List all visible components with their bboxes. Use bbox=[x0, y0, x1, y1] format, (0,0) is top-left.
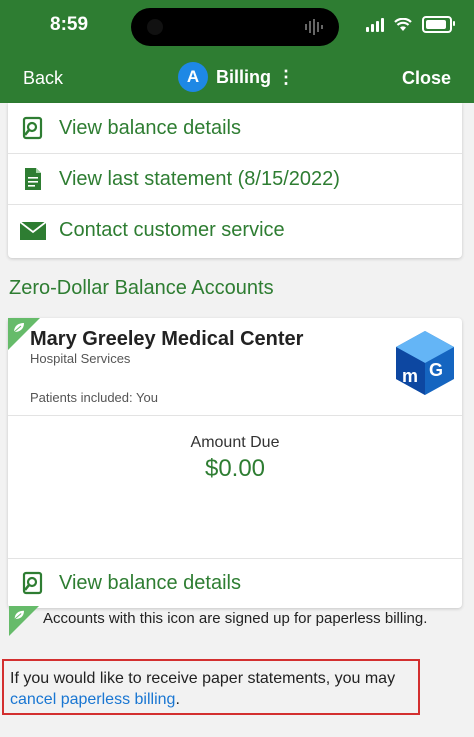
dynamic-island bbox=[131, 8, 339, 46]
status-icons bbox=[366, 16, 455, 33]
mgmc-logo: m G bbox=[396, 331, 454, 395]
balance-search-icon bbox=[20, 115, 46, 141]
balance-search-icon bbox=[20, 570, 46, 596]
patients-included: Patients included: You bbox=[30, 390, 158, 405]
battery-icon bbox=[422, 16, 455, 33]
svg-text:G: G bbox=[429, 360, 443, 380]
close-button[interactable]: Close bbox=[402, 68, 451, 89]
link-label: View balance details bbox=[59, 116, 241, 139]
view-last-statement-link[interactable]: View last statement (8/15/2022) bbox=[8, 154, 462, 205]
cancel-paperless-billing-link[interactable]: cancel paperless billing bbox=[10, 691, 175, 708]
svg-text:m: m bbox=[402, 366, 418, 386]
account-view-balance-details-link[interactable]: View balance details bbox=[20, 570, 241, 596]
app-header: 8:59 Back A Billing ⋮ Close bbox=[0, 0, 474, 103]
contact-customer-service-link[interactable]: Contact customer service bbox=[8, 205, 462, 256]
document-icon bbox=[20, 166, 46, 192]
account-card: Mary Greeley Medical Center Hospital Ser… bbox=[8, 318, 462, 608]
notice-text: If you would like to receive paper state… bbox=[10, 670, 396, 687]
view-balance-details-link[interactable]: View balance details bbox=[8, 103, 462, 154]
section-title: Zero-Dollar Balance Accounts bbox=[9, 277, 274, 299]
avatar[interactable]: A bbox=[178, 62, 208, 92]
back-button[interactable]: Back bbox=[23, 68, 63, 89]
amount-due-label: Amount Due bbox=[190, 434, 280, 451]
account-type: Hospital Services bbox=[30, 351, 131, 366]
envelope-icon bbox=[20, 218, 46, 244]
link-label: Contact customer service bbox=[59, 219, 285, 241]
paperless-leaf-icon bbox=[9, 606, 39, 636]
amount-due-value: $0.00 bbox=[204, 455, 266, 482]
legend-text: Accounts with this icon are signed up fo… bbox=[43, 610, 428, 627]
wifi-icon bbox=[394, 17, 412, 31]
more-options-icon[interactable]: ⋮ bbox=[277, 67, 295, 88]
divider bbox=[8, 415, 462, 416]
billing-title-menu[interactable]: A Billing ⋮ bbox=[178, 62, 295, 92]
link-label: View balance details bbox=[59, 571, 241, 594]
notice-period: . bbox=[175, 691, 180, 708]
link-label: View last statement (8/15/2022) bbox=[59, 167, 340, 190]
status-time: 8:59 bbox=[50, 14, 89, 35]
paper-statement-notice: If you would like to receive paper state… bbox=[2, 659, 420, 715]
cellular-signal-icon bbox=[366, 17, 384, 32]
account-name: Mary Greeley Medical Center bbox=[30, 328, 304, 350]
billing-links-card: View balance details View last statement… bbox=[8, 103, 462, 258]
audio-wave-icon bbox=[305, 19, 323, 35]
camera-icon bbox=[147, 19, 163, 35]
divider bbox=[8, 558, 462, 559]
page-title: Billing bbox=[216, 66, 271, 87]
